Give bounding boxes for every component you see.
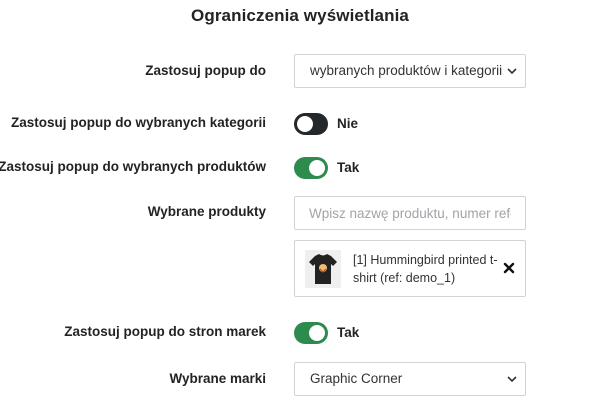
categories-toggle[interactable] <box>294 113 328 135</box>
toggle-knob <box>297 116 313 132</box>
section-title: Ograniczenia wyświetlania <box>191 6 409 25</box>
selected-products-label: Wybrane produkty <box>147 204 266 219</box>
close-icon[interactable] <box>503 261 515 274</box>
brands-label: Zastosuj popup do stron marek <box>64 324 266 339</box>
product-thumbnail <box>305 250 341 288</box>
apply-to-label: Zastosuj popup do <box>145 63 266 78</box>
chevron-down-icon <box>505 55 519 87</box>
selected-brands-label: Wybrane marki <box>169 371 266 386</box>
brands-value: Graphic Corner <box>310 371 403 386</box>
brands-state: Tak <box>337 325 360 340</box>
toggle-knob <box>309 160 325 176</box>
products-label: Zastosuj popup do wybranych produktów <box>0 159 266 174</box>
categories-label: Zastosuj popup do wybranych kategorii <box>10 115 266 130</box>
products-toggle[interactable] <box>294 157 328 179</box>
product-name: [1] Hummingbird printed t-shirt (ref: de… <box>353 253 498 285</box>
categories-state: Nie <box>337 116 359 131</box>
toggle-knob <box>309 325 325 341</box>
brands-select[interactable]: Graphic Corner <box>294 362 526 396</box>
products-state: Tak <box>337 160 360 175</box>
apply-to-value: wybranych produktów i kategorii <box>310 63 503 78</box>
brands-toggle[interactable] <box>294 322 328 344</box>
selected-product-item: [1] Hummingbird printed t-shirt (ref: de… <box>294 240 526 297</box>
apply-to-select[interactable]: wybranych produktów i kategorii <box>294 54 526 88</box>
chevron-down-icon <box>505 363 519 395</box>
product-search-input[interactable] <box>294 196 526 230</box>
